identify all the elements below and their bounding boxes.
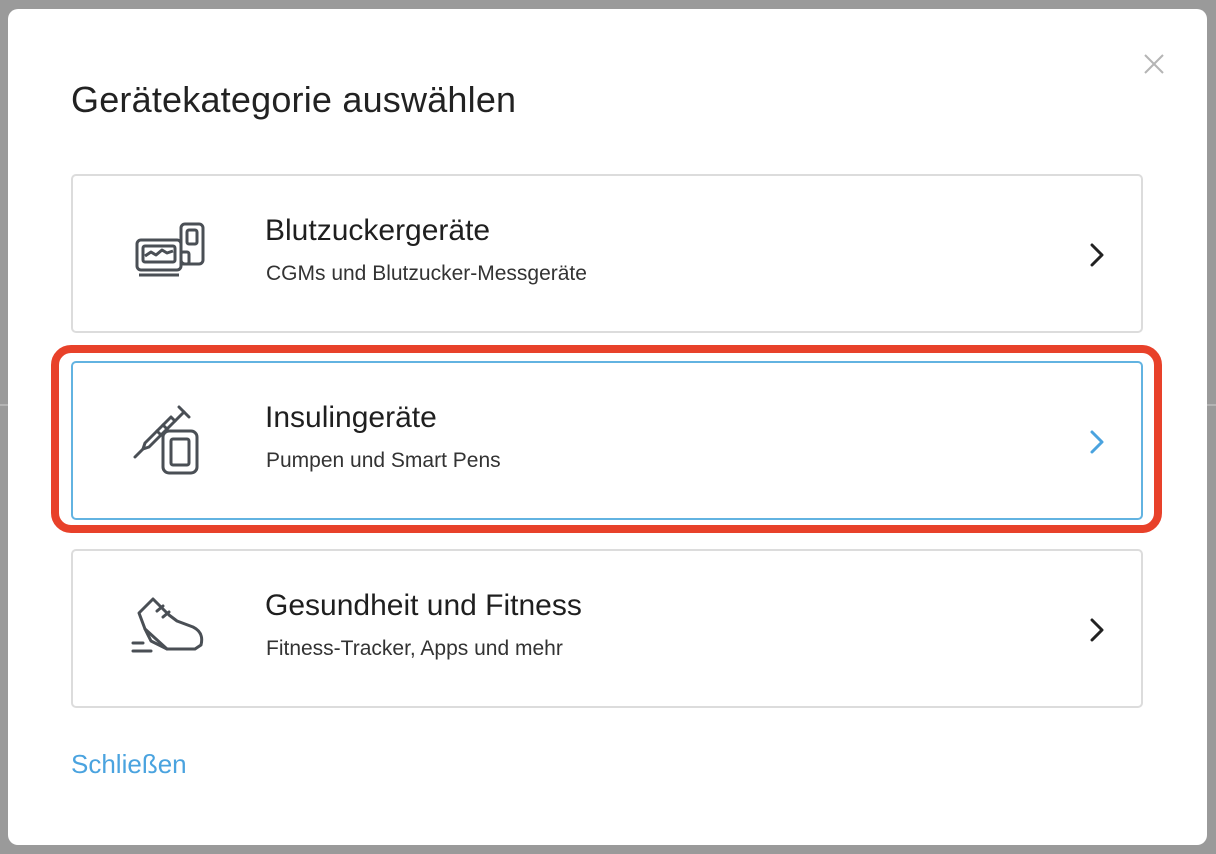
category-card-health-fitness[interactable]: Gesundheit und Fitness Fitness-Tracker, … xyxy=(71,549,1143,708)
chevron-right-icon xyxy=(1090,430,1104,454)
card-subtitle: CGMs und Blutzucker-Messgeräte xyxy=(266,262,587,285)
glucose-meter-icon xyxy=(135,222,205,277)
card-title: Gesundheit und Fitness xyxy=(265,589,582,622)
card-title: Blutzuckergeräte xyxy=(265,214,491,247)
close-link[interactable]: Schließen xyxy=(71,749,187,780)
sneaker-icon xyxy=(131,597,204,653)
category-card-insulin[interactable]: Insulingeräte Pumpen und Smart Pens xyxy=(71,361,1143,520)
card-subtitle: Fitness-Tracker, Apps und mehr xyxy=(266,637,563,660)
category-card-blood-glucose[interactable]: Blutzuckergeräte CGMs und Blutzucker-Mes… xyxy=(71,174,1143,333)
chevron-right-icon xyxy=(1090,243,1104,267)
close-icon[interactable] xyxy=(1143,53,1165,75)
card-subtitle: Pumpen und Smart Pens xyxy=(266,449,501,472)
dialog-title: Gerätekategorie auswählen xyxy=(71,79,517,120)
chevron-right-icon xyxy=(1090,618,1104,642)
insulin-device-icon xyxy=(133,405,199,475)
card-title: Insulingeräte xyxy=(265,401,437,434)
select-device-category-dialog: Gerätekategorie auswählen Blutzuckergerä… xyxy=(8,9,1207,845)
